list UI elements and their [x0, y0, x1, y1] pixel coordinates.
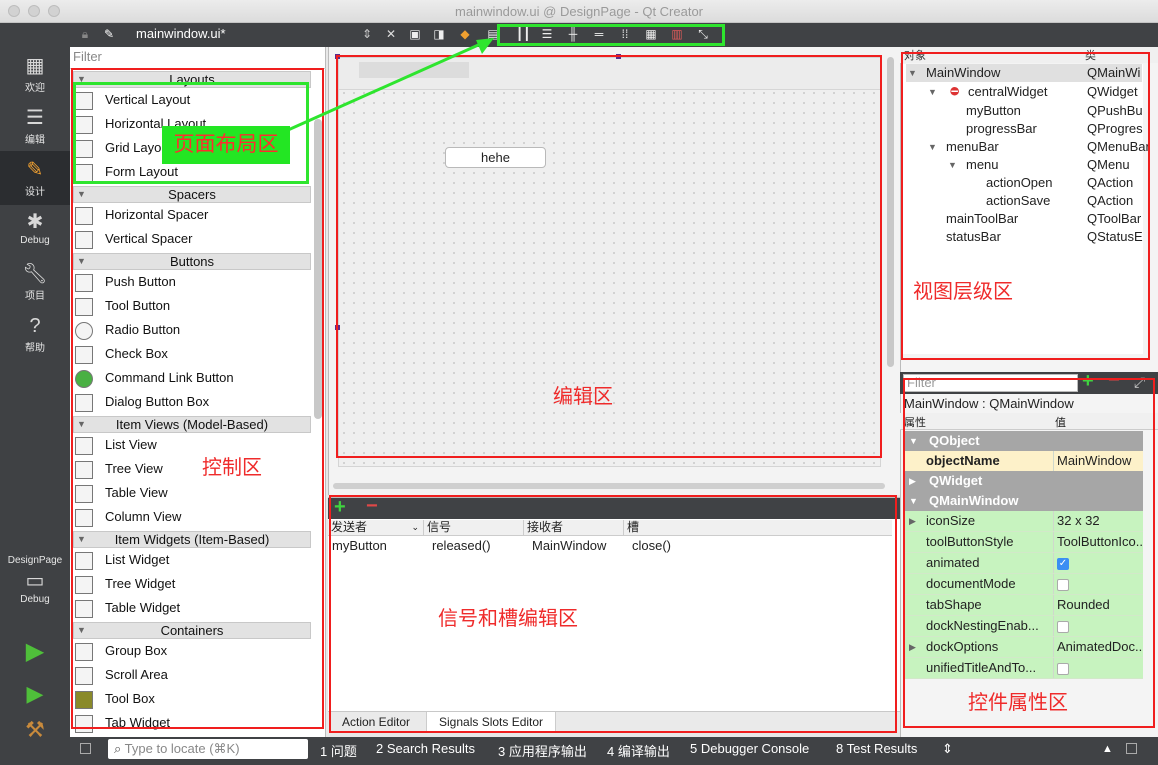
annotation-arrow — [287, 38, 494, 132]
toggle-right-sidebar-icon[interactable] — [1126, 743, 1137, 754]
hammer-icon: ⚒ — [25, 717, 45, 742]
document-icon: ☰ — [26, 107, 44, 129]
kit-config-label: Debug — [20, 594, 50, 605]
pane-debugger-console[interactable]: 5 Debugger Console — [690, 741, 809, 756]
arrow-line — [287, 40, 486, 132]
toggle-sidebar-icon[interactable] — [80, 743, 91, 754]
search-icon: ⌕ — [114, 741, 125, 756]
annotation-box-layout-toolbar — [497, 24, 725, 46]
help-icon: ? — [29, 315, 41, 337]
bug-icon: ✱ — [26, 211, 44, 233]
annotation-label-properties: 控件属性区 — [968, 692, 1068, 714]
annotation-label-layout: 页面布局区 — [162, 126, 290, 164]
annotation-box-objects — [901, 52, 1150, 360]
editor-outer-hscrollbar[interactable] — [333, 483, 885, 489]
pane-compile-output[interactable]: 4 编译输出 — [607, 741, 670, 760]
run-button[interactable]: ▶ — [0, 638, 70, 665]
pane-issues[interactable]: 1 问题 — [320, 741, 357, 760]
debug-run-button[interactable]: ▶ — [0, 683, 70, 707]
updown-icon[interactable]: ⇕ — [942, 741, 953, 757]
mode-projects[interactable]: 🔧︎ 项目 — [0, 263, 70, 302]
annotation-box-properties — [903, 378, 1155, 728]
arrow-head — [476, 38, 494, 54]
mode-debug[interactable]: ✱ Debug — [0, 211, 70, 246]
pane-test-results[interactable]: 8 Test Results — [836, 741, 917, 756]
editor-vscrollbar[interactable] — [887, 57, 894, 367]
locator-input[interactable]: ⌕ Type to locate (⌘K) — [108, 739, 308, 759]
document-tab[interactable]: mainwindow.ui* — [136, 26, 226, 41]
annotation-label-objects: 视图层级区 — [913, 281, 1013, 303]
mode-sidebar: ▦ 欢迎 ☰ 编辑 ✎ 设计 ✱ Debug 🔧︎ 项目 ? 帮助 DesignPage ▭… — [0, 23, 70, 765]
arrow-up-icon[interactable]: ▲ — [1102, 743, 1113, 755]
annotation-label-signals: 信号和槽编辑区 — [438, 608, 578, 630]
annotation-label-editor: 编辑区 — [553, 386, 613, 408]
kit-selector[interactable]: DesignPage ▭ Debug — [0, 555, 70, 605]
grid-icon: ▦ — [25, 55, 45, 77]
window-title: mainwindow.ui @ DesignPage - Qt Creator — [454, 4, 704, 19]
mode-welcome[interactable]: ▦ 欢迎 — [0, 55, 70, 94]
mode-design[interactable]: ✎ 设计 — [0, 151, 70, 205]
ui-file-icon: ✎ — [103, 27, 115, 41]
pencil-icon: ✎ — [26, 159, 44, 181]
play-icon: ▶ — [25, 638, 45, 665]
status-bar: ⌕ Type to locate (⌘K) 1 问题 2 Search Resu… — [70, 737, 1158, 765]
lock-icon: 🔒︎ — [81, 27, 89, 41]
kit-project-label: DesignPage — [7, 555, 63, 566]
title-bar: mainwindow.ui @ DesignPage - Qt Creator — [0, 0, 1158, 23]
pane-app-output[interactable]: 3 应用程序输出 — [498, 741, 587, 760]
monitor-icon: ▭ — [25, 570, 45, 592]
wrench-icon: 🔧︎ — [22, 263, 48, 285]
play-bug-icon: ▶ — [26, 681, 44, 706]
annotation-label-widgets: 控制区 — [202, 457, 262, 479]
mode-edit[interactable]: ☰ 编辑 — [0, 107, 70, 146]
pane-search-results[interactable]: 2 Search Results — [376, 741, 475, 756]
build-button[interactable]: ⚒ — [0, 719, 70, 743]
mode-help[interactable]: ? 帮助 — [0, 315, 70, 354]
annotation-box-signals — [329, 495, 897, 733]
